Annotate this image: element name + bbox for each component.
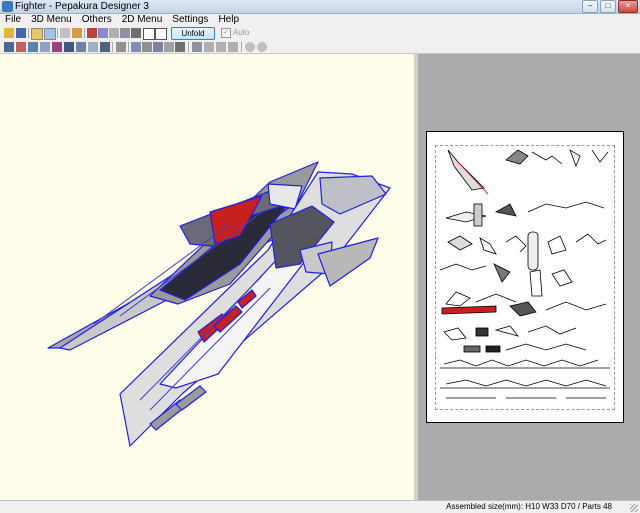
rotate-part-icon[interactable] [153, 42, 163, 52]
select-icon[interactable] [4, 42, 14, 52]
close-button[interactable]: × [618, 0, 638, 13]
move-part-icon[interactable] [142, 42, 152, 52]
copy-tool-icon[interactable] [120, 28, 130, 38]
menu-others[interactable]: Others [77, 14, 117, 26]
frame-tool-icon[interactable] [155, 28, 167, 40]
zoom-out-icon[interactable] [257, 42, 267, 52]
menu-bar: File 3D Menu Others 2D Menu Settings Hel… [0, 14, 640, 26]
fit-icon[interactable] [131, 42, 141, 52]
photo-icon[interactable] [64, 42, 74, 52]
pepakura-app-icon[interactable] [2, 1, 13, 12]
mirror-icon[interactable] [164, 42, 174, 52]
paint-icon[interactable] [28, 42, 38, 52]
menu-settings[interactable]: Settings [167, 14, 213, 26]
viewport-3d[interactable] [0, 54, 415, 500]
flap-left-icon[interactable] [192, 42, 202, 52]
viewport-2d[interactable] [418, 54, 640, 500]
texture-icon[interactable] [40, 42, 50, 52]
window-tool-icon[interactable] [143, 28, 155, 40]
unfolded-parts [439, 149, 610, 399]
flap-up-icon[interactable] [216, 42, 226, 52]
numbers-icon[interactable] [100, 42, 110, 52]
view-mode-3d-icon[interactable] [31, 28, 43, 40]
move-tool-icon[interactable] [72, 28, 82, 38]
join-tool-icon[interactable] [98, 28, 108, 38]
minimize-button[interactable]: – [582, 0, 598, 13]
menu-file[interactable]: File [0, 14, 26, 26]
edge-tool-icon[interactable] [87, 28, 97, 38]
draw-icon[interactable] [16, 42, 26, 52]
unfold-undo-button[interactable]: Unfold Undo [171, 27, 215, 49]
maximize-button[interactable]: □ [600, 0, 616, 13]
secondary-toolbar [0, 40, 640, 54]
grid-icon[interactable] [88, 42, 98, 52]
window-title: Fighter - Pepakura Designer 3 [15, 1, 149, 12]
print-area [435, 145, 615, 410]
title-bar: Fighter - Pepakura Designer 3 – □ × [0, 0, 640, 14]
layout-icon[interactable] [76, 42, 86, 52]
flap-icon[interactable] [116, 42, 126, 52]
fighter-3d-model [47, 161, 391, 447]
assembled-size-text: Assembled size(mm): H10 W33 D70 / Parts … [446, 502, 612, 511]
flap-down-icon[interactable] [228, 42, 238, 52]
status-bar: Assembled size(mm): H10 W33 D70 / Parts … [0, 500, 640, 513]
menu-3d[interactable]: 3D Menu [26, 14, 77, 26]
menu-2d[interactable]: 2D Menu [117, 14, 168, 26]
resize-grip-icon[interactable] [630, 504, 638, 512]
save-icon[interactable] [16, 28, 26, 38]
anchor-tool-icon[interactable] [109, 28, 119, 38]
main-toolbar: Unfold Undo ✓ Auto [0, 26, 640, 49]
menu-help[interactable]: Help [213, 14, 244, 26]
auto-label: Auto [233, 28, 250, 37]
zoom-in-icon[interactable] [245, 42, 255, 52]
view-mode-texture-icon[interactable] [44, 28, 56, 40]
flap-right-icon[interactable] [204, 42, 214, 52]
pen-tool-icon[interactable] [131, 28, 141, 38]
auto-check-icon[interactable]: ✓ [221, 28, 231, 38]
rotate-tool-icon[interactable] [60, 28, 70, 38]
color-icon[interactable] [52, 42, 62, 52]
scale-icon[interactable] [175, 42, 185, 52]
paper-sheet [426, 131, 624, 423]
open-file-icon[interactable] [4, 28, 14, 38]
